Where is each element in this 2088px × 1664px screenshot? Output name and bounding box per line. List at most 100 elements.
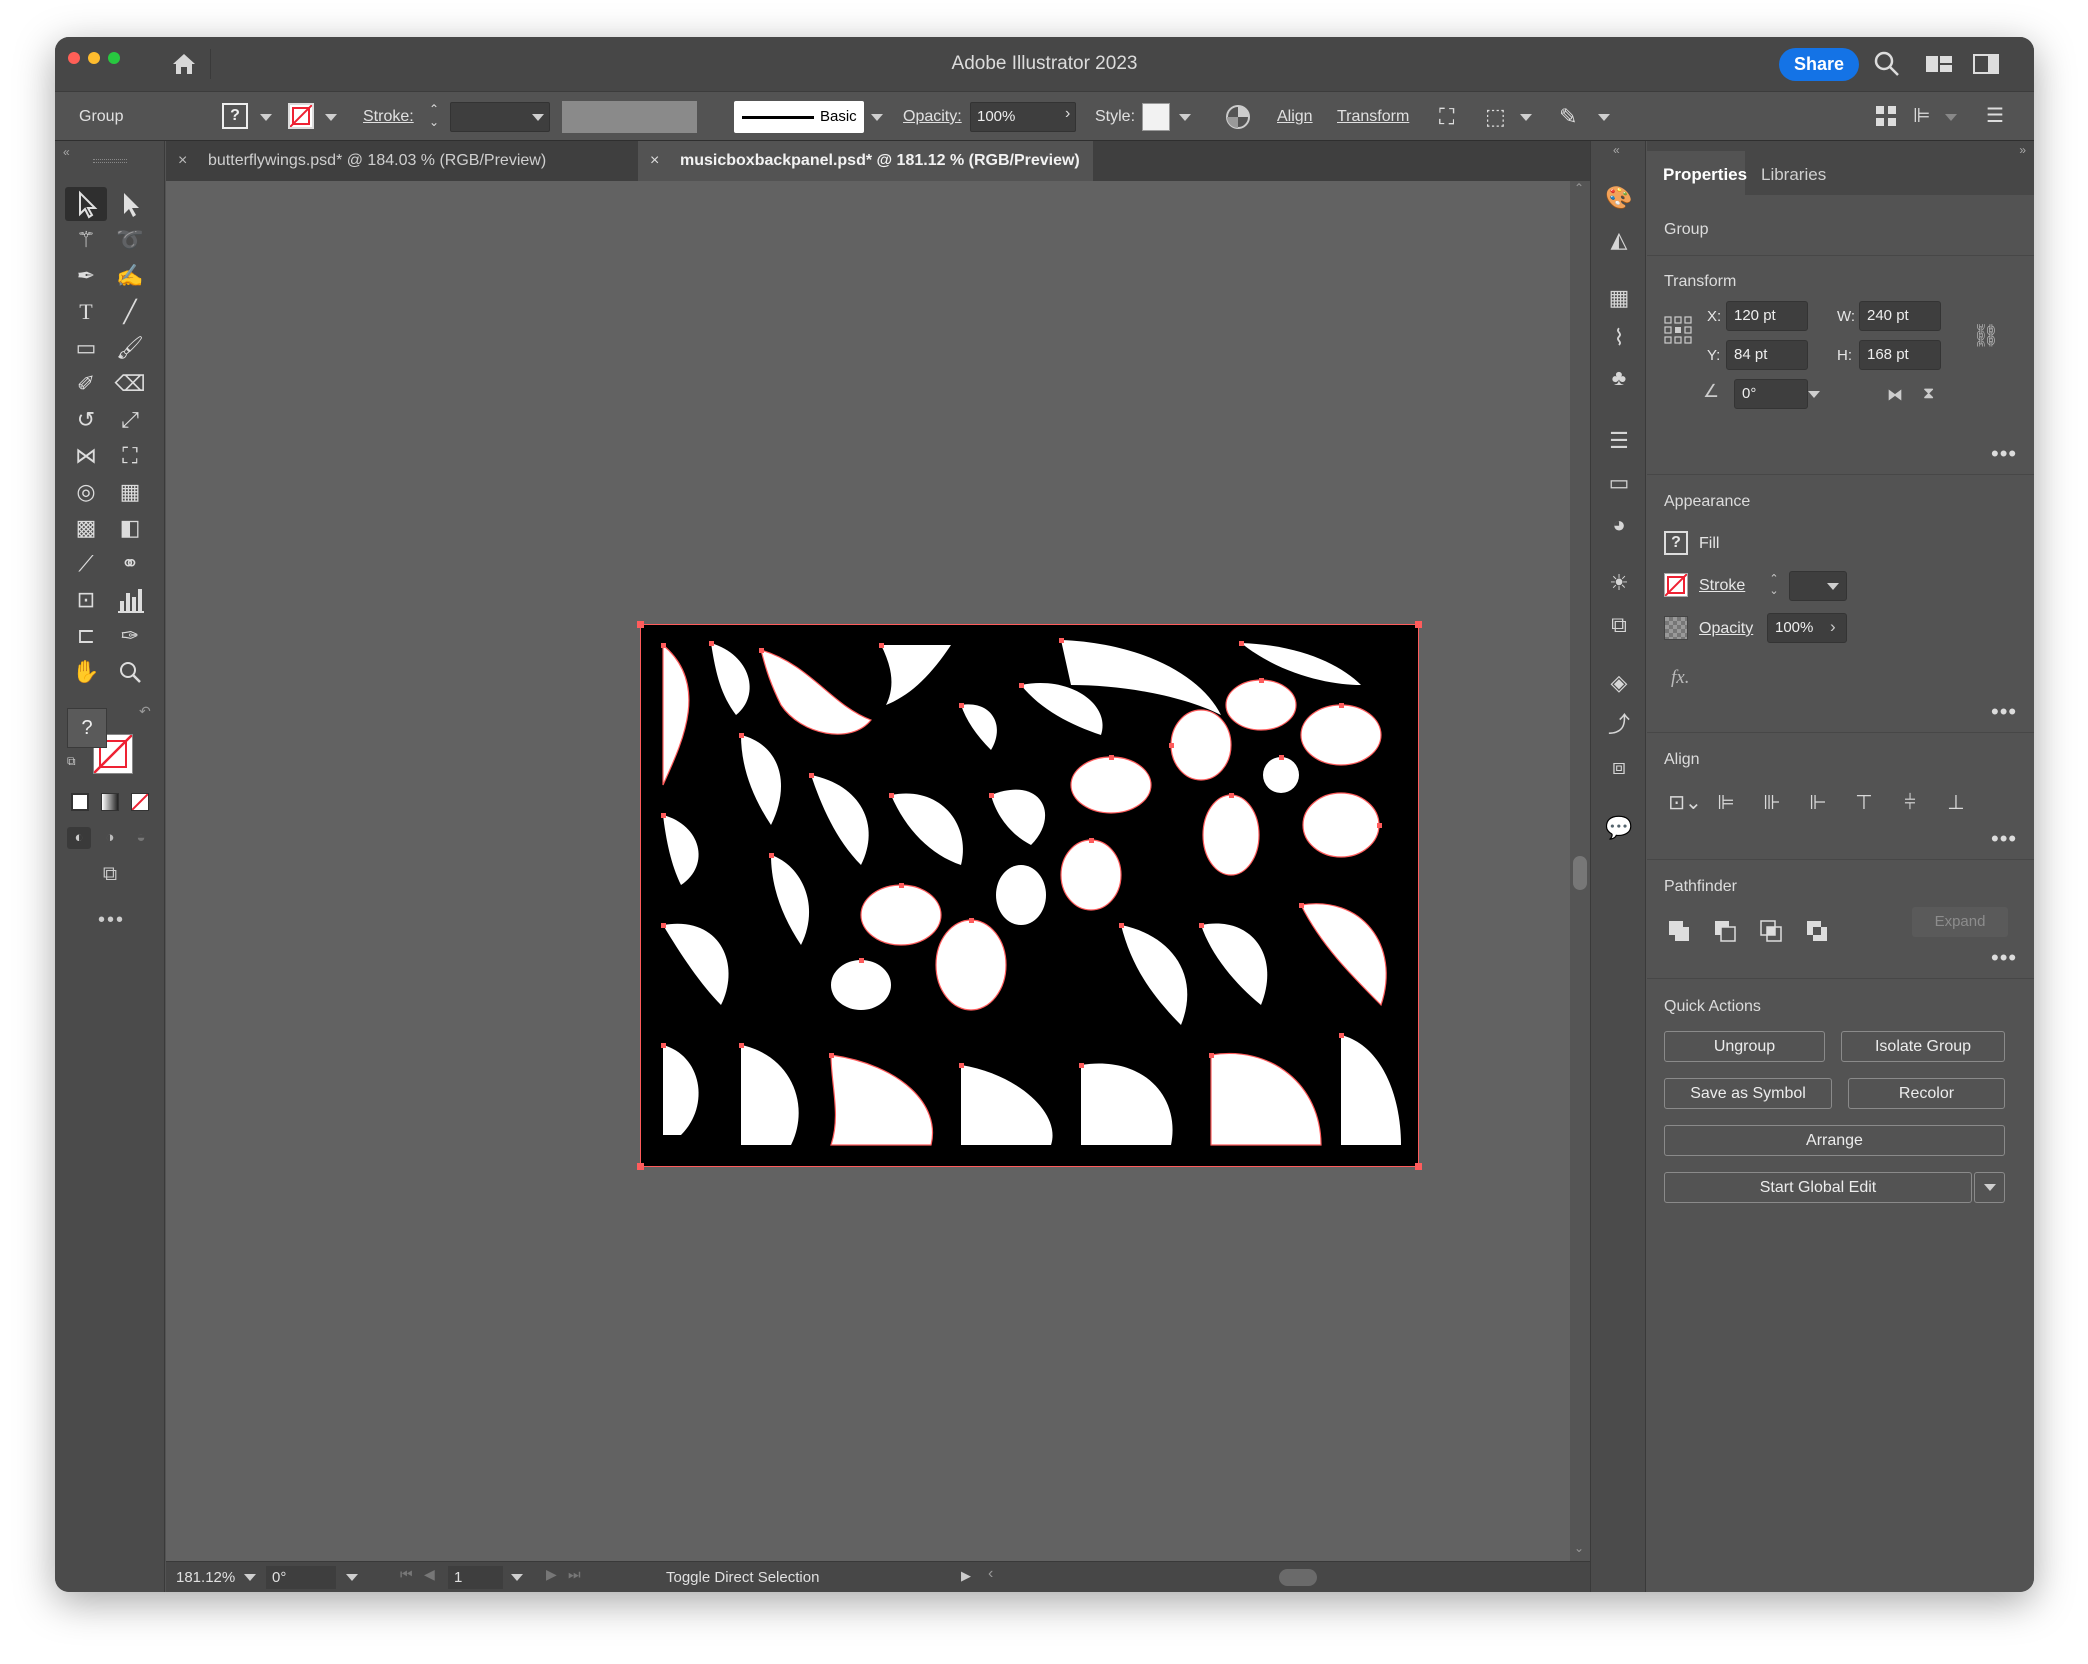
chevron-down-icon[interactable] (260, 114, 272, 121)
selection-handle[interactable] (1415, 621, 1422, 628)
stroke-label[interactable]: Stroke (1699, 577, 1745, 595)
draw-normal-icon[interactable]: ◐ (67, 827, 91, 849)
fill-swatch[interactable]: ? (222, 103, 248, 129)
stroke-label[interactable]: Stroke: (363, 108, 414, 126)
column-graph-tool-icon[interactable] (113, 583, 147, 617)
minus-front-icon[interactable] (1713, 919, 1737, 943)
align-link[interactable]: Align (1277, 108, 1313, 126)
align-left-icon[interactable]: ⊫ (1714, 791, 1738, 815)
width-field[interactable]: 240 pt (1859, 301, 1941, 331)
isolate-group-button[interactable]: Isolate Group (1841, 1031, 2005, 1062)
scale-tool-icon[interactable]: ⤢ (113, 403, 147, 437)
tab-musicboxbackpanel[interactable]: × musicboxbackpanel.psd* @ 181.12 % (RGB… (638, 141, 1093, 181)
align-right-icon[interactable]: ⊩ (1806, 791, 1830, 815)
more-options-icon[interactable]: ••• (1991, 441, 2017, 467)
recolor-button[interactable]: Recolor (1848, 1078, 2005, 1109)
more-options-icon[interactable]: ••• (1991, 826, 2017, 852)
slice-tool-icon[interactable]: ✑ (113, 619, 147, 653)
shape-builder-tool-icon[interactable]: ◎ (69, 475, 103, 509)
canvas-area[interactable] (166, 181, 1626, 1561)
chevron-down-icon[interactable] (532, 114, 544, 121)
swatches-panel-icon[interactable]: ▦ (1602, 281, 1636, 315)
color-guide-icon[interactable]: ◭ (1602, 223, 1636, 257)
magic-wand-tool-icon[interactable]: ⚚ (69, 223, 103, 257)
chevron-down-icon[interactable] (1598, 114, 1610, 121)
eyedropper-tool-icon[interactable]: ⟋ (69, 547, 103, 581)
stroke-swatch[interactable] (288, 103, 314, 129)
zoom-level-field[interactable]: 181.12% (172, 1566, 235, 1589)
symbols-panel-icon[interactable]: ♣ (1602, 361, 1636, 395)
arrange-button[interactable]: Arrange (1664, 1125, 2005, 1156)
chevron-down-icon[interactable] (325, 114, 337, 121)
chevron-down-icon[interactable] (511, 1574, 523, 1581)
lasso-tool-icon[interactable]: ➰ (113, 223, 147, 257)
tab-properties[interactable]: Properties (1663, 165, 1747, 185)
more-options-icon[interactable]: ••• (1991, 699, 2017, 725)
tab-libraries[interactable]: Libraries (1761, 165, 1826, 185)
search-icon[interactable] (1873, 50, 1901, 78)
align-vertical-center-icon[interactable]: ⫩ (1898, 791, 1922, 815)
more-options-icon[interactable]: ••• (1991, 945, 2017, 971)
recolor-artwork-icon[interactable] (1225, 104, 1251, 130)
screen-mode-icon[interactable]: ⧉ (93, 863, 127, 889)
transform-link[interactable]: Transform (1337, 108, 1409, 126)
color-panel-icon[interactable]: 🎨 (1602, 181, 1636, 215)
chevron-down-icon[interactable] (1179, 114, 1191, 121)
align-bottom-icon[interactable]: ⊥ (1944, 791, 1968, 815)
direct-selection-tool-icon[interactable] (113, 187, 147, 221)
scroll-thumb[interactable] (1573, 856, 1587, 890)
constrain-proportions-icon[interactable]: ⛓ (1972, 323, 2000, 349)
fx-icon[interactable]: fx. (1671, 667, 1689, 689)
gradient-panel-icon[interactable]: ▭ (1602, 466, 1636, 500)
tab-butterflywings[interactable]: × butterflywings.psd* @ 184.03 % (RGB/Pr… (166, 141, 636, 181)
draw-inside-icon[interactable]: ◒ (129, 827, 153, 849)
stroke-panel-icon[interactable]: ☰ (1602, 424, 1636, 458)
chevron-down-icon[interactable] (1520, 114, 1532, 121)
blend-tool-icon[interactable]: ⚭ (113, 547, 147, 581)
chevron-right-icon[interactable]: › (1830, 617, 1836, 637)
fill-swatch[interactable]: ? (1664, 531, 1688, 555)
width-tool-icon[interactable]: ⋈ (69, 439, 103, 473)
export-panel-icon[interactable]: ⤴ (1602, 708, 1636, 742)
selection-tool-icon[interactable] (69, 187, 103, 221)
close-tab-icon[interactable]: × (650, 141, 659, 181)
selection-handle[interactable] (637, 1163, 644, 1170)
selection-handle[interactable] (637, 621, 644, 628)
arrange-documents-icon[interactable] (1972, 52, 2000, 76)
graphic-styles-panel-icon[interactable]: ⧉ (1602, 608, 1636, 642)
previous-artboard-icon[interactable]: ◀ (424, 1566, 435, 1583)
rotation-field[interactable]: 0° (266, 1566, 336, 1589)
expand-panels-icon[interactable]: « (1613, 143, 1620, 157)
distribute-icon[interactable]: ⊫ (1913, 105, 1935, 127)
align-horizontal-center-icon[interactable]: ⊪ (1760, 791, 1784, 815)
curvature-tool-icon[interactable]: ✍ (113, 259, 147, 293)
selection-handle[interactable] (1415, 1163, 1422, 1170)
puppet-warp-icon[interactable]: ✎ (1559, 104, 1585, 130)
edit-toolbar-icon[interactable]: ••• (98, 909, 125, 932)
isolate-group-icon[interactable]: ⛶ (1439, 104, 1465, 130)
appearance-panel-icon[interactable]: ☀ (1602, 566, 1636, 600)
next-artboard-icon[interactable]: ▶ (546, 1566, 557, 1583)
color-mode-icon[interactable] (71, 793, 89, 811)
gradient-tool-icon[interactable]: ◧ (113, 511, 147, 545)
variable-width-profile[interactable] (562, 101, 697, 133)
stroke-stepper-icon[interactable]: ⌃ ⌄ (426, 103, 442, 131)
zoom-tool-icon[interactable] (113, 655, 147, 689)
collapse-panel-icon[interactable]: » (2019, 143, 2026, 157)
default-colors-icon[interactable]: ↶ (139, 703, 151, 720)
scroll-left-icon[interactable]: ‹ (988, 1565, 993, 1583)
gradient-mode-icon[interactable] (101, 793, 119, 811)
rectangle-tool-icon[interactable]: ▭ (69, 331, 103, 365)
free-transform-tool-icon[interactable]: ⛶ (113, 439, 147, 473)
reference-point-icon[interactable] (1664, 316, 1692, 344)
exclude-icon[interactable] (1805, 919, 1829, 943)
artboards-panel-icon[interactable]: ⧈ (1602, 750, 1636, 784)
chevron-right-icon[interactable]: › (1065, 105, 1070, 123)
panel-menu-icon[interactable]: ☰ (1986, 105, 2008, 127)
opacity-label[interactable]: Opacity (1699, 620, 1753, 638)
shaper-tool-icon[interactable]: ✐ (69, 367, 103, 401)
swap-fill-stroke-icon[interactable]: ⧉ (67, 754, 83, 770)
ungroup-button[interactable]: Ungroup (1664, 1031, 1825, 1062)
fill-color-box[interactable]: ? (67, 708, 107, 748)
transparency-panel-icon[interactable]: ◕ (1602, 508, 1636, 542)
